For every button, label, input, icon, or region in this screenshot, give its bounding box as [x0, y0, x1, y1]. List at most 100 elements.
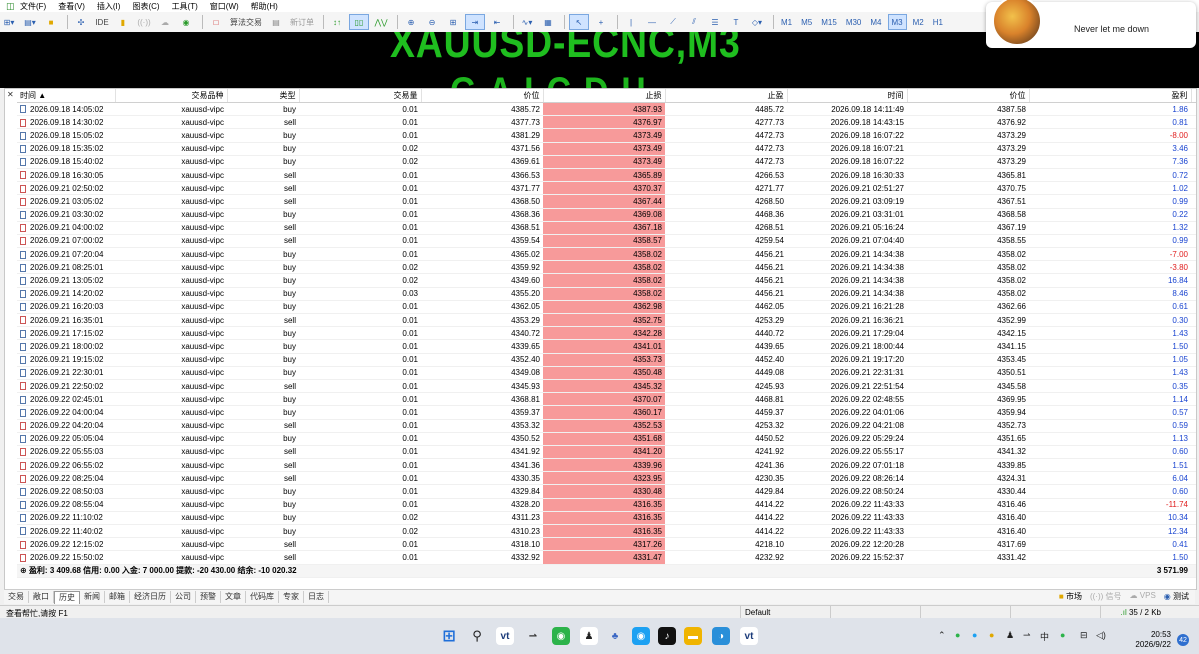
table-row[interactable]: 2026.09.22 05:55:03 xauusd-vipc sell 0.01 43…	[17, 445, 1196, 460]
table-row[interactable]: 2026.09.21 22:30:01 xauusd-vipc buy 0.01 434…	[17, 366, 1196, 380]
ide-button[interactable]: IDE	[93, 15, 111, 29]
table-row[interactable]: 2026.09.21 04:00:02 xauusd-vipc sell 0.01 43…	[17, 221, 1196, 235]
menu-file[interactable]: 文件(F)	[20, 1, 46, 12]
header-type[interactable]: 类型	[227, 89, 300, 103]
bar-chart-icon[interactable]: ↕↑	[328, 15, 346, 29]
table-row[interactable]: 2026.09.22 11:40:02 xauusd-vipc buy 0.02 431…	[17, 524, 1196, 539]
app-qq-icon[interactable]: ♟	[580, 627, 598, 645]
zoom-in-icon[interactable]: ⊕	[402, 15, 420, 29]
table-row[interactable]: 2026.09.18 15:35:02 xauusd-vipc buy 0.02 437…	[17, 142, 1196, 156]
line-chart-icon[interactable]: ⋀⋁	[372, 15, 390, 29]
vertical-line-icon[interactable]: |	[622, 15, 640, 29]
table-row[interactable]: 2026.09.22 08:50:03 xauusd-vipc buy 0.01 432…	[17, 484, 1196, 499]
menu-view[interactable]: 查看(V)	[58, 1, 85, 12]
crosshair-icon[interactable]: +	[592, 15, 610, 29]
header-close-time[interactable]: 时间	[787, 89, 908, 103]
vps-link[interactable]: ☁ VPS	[1130, 591, 1156, 602]
table-row[interactable]: 2026.09.18 16:30:05 xauusd-vipc sell 0.01 43…	[17, 168, 1196, 183]
windows-start-icon[interactable]: ⊞	[440, 627, 458, 645]
table-row[interactable]: 2026.09.21 18:00:02 xauusd-vipc buy 0.01 433…	[17, 339, 1196, 354]
zoom-out-icon[interactable]: ⊖	[423, 15, 441, 29]
tab-company[interactable]: 公司	[171, 591, 196, 603]
chart-shift-icon[interactable]: ⇤	[488, 15, 506, 29]
tab-mailbox[interactable]: 邮箱	[105, 591, 130, 603]
tab-articles[interactable]: 文章	[221, 591, 246, 603]
table-row[interactable]: 2026.09.22 15:50:02 xauusd-vipc sell 0.01 43…	[17, 550, 1196, 565]
table-row[interactable]: 2026.09.18 15:05:02 xauusd-vipc buy 0.01 438…	[17, 128, 1196, 143]
tab-codebase[interactable]: 代码库	[246, 591, 279, 603]
table-row[interactable]: 2026.09.22 04:20:04 xauusd-vipc sell 0.01 43…	[17, 419, 1196, 433]
table-row[interactable]: 2026.09.22 06:55:02 xauusd-vipc sell 0.01 43…	[17, 458, 1196, 473]
header-close-price[interactable]: 价位	[907, 89, 1030, 103]
volume-icon[interactable]: ◁)	[1096, 630, 1106, 641]
lock-icon[interactable]: ▮	[114, 15, 132, 29]
table-row[interactable]: 2026.09.22 08:25:04 xauusd-vipc sell 0.01 43…	[17, 471, 1196, 486]
table-row[interactable]: 2026.09.21 16:35:01 xauusd-vipc sell 0.01 43…	[17, 313, 1196, 328]
app-vt-active-icon[interactable]: vt	[740, 627, 758, 645]
horizontal-line-icon[interactable]: —	[643, 15, 661, 29]
table-row[interactable]: 2026.09.21 08:25:01 xauusd-vipc buy 0.02 435…	[17, 260, 1196, 275]
notification-toast[interactable]: Never let me down	[986, 0, 1196, 48]
ime-indicator[interactable]: 中	[1040, 630, 1049, 643]
candlestick-icon[interactable]: ▯▯	[349, 14, 369, 30]
tray-green-icon[interactable]: ●	[1060, 630, 1065, 640]
autoscroll-icon[interactable]: ⇥	[465, 14, 485, 30]
header-takeprofit[interactable]: 止盈	[665, 89, 788, 103]
table-row[interactable]: 2026.09.21 17:15:02 xauusd-vipc buy 0.01 434…	[17, 326, 1196, 341]
header-volume[interactable]: 交易量	[299, 89, 422, 103]
text-tool-icon[interactable]: T	[727, 15, 745, 29]
tray-expand-icon[interactable]: ⌃	[938, 630, 946, 641]
table-row[interactable]: 2026.09.22 02:45:01 xauusd-vipc buy 0.01 436…	[17, 392, 1196, 407]
timeframe-h1[interactable]: H1	[930, 15, 946, 29]
header-profit[interactable]: 盈利	[1029, 89, 1192, 103]
table-row[interactable]: 2026.09.21 13:05:02 xauusd-vipc buy 0.02 434…	[17, 273, 1196, 288]
tray-wechat-icon[interactable]: ●	[955, 630, 960, 640]
channel-icon[interactable]: ⫽	[685, 15, 703, 29]
header-symbol[interactable]: 交易品种	[115, 89, 228, 103]
shapes-icon[interactable]: ◇▾	[748, 15, 766, 29]
timeframe-m15[interactable]: M15	[818, 15, 840, 29]
tray-arrow-icon[interactable]: ⇀	[1023, 630, 1031, 641]
algo-trading-button[interactable]: 算法交易	[228, 15, 264, 29]
table-row[interactable]: 2026.09.18 14:05:02 xauusd-vipc buy 0.01 438…	[17, 102, 1196, 117]
table-row[interactable]: 2026.09.22 12:15:02 xauusd-vipc sell 0.01 43…	[17, 537, 1196, 552]
app-pin-icon[interactable]: ⇀	[524, 627, 542, 645]
tab-news[interactable]: 新闻	[80, 591, 105, 603]
table-row[interactable]: 2026.09.21 03:05:02 xauusd-vipc sell 0.01 43…	[17, 194, 1196, 209]
table-row[interactable]: 2026.09.22 11:10:02 xauusd-vipc buy 0.02 431…	[17, 511, 1196, 526]
table-row[interactable]: 2026.09.21 19:15:02 xauusd-vipc buy 0.01 435…	[17, 353, 1196, 367]
table-row[interactable]: 2026.09.21 07:20:04 xauusd-vipc buy 0.01 436…	[17, 247, 1196, 262]
header-open-time[interactable]: 时间 ▲	[17, 89, 116, 103]
tab-calendar[interactable]: 经济日历	[130, 591, 171, 603]
fibonacci-icon[interactable]: ☰	[706, 15, 724, 29]
tab-history[interactable]: 历史	[54, 590, 80, 604]
templates-icon[interactable]: ▦	[539, 15, 557, 29]
menu-window[interactable]: 窗口(W)	[210, 1, 239, 12]
tile-windows-icon[interactable]: ⊞	[444, 15, 462, 29]
app-wechat-icon[interactable]: ◉	[552, 627, 570, 645]
new-order-button[interactable]: 新订单	[288, 15, 316, 29]
timeframe-m30[interactable]: M30	[843, 15, 865, 29]
app-vt-icon[interactable]: vt	[496, 627, 514, 645]
market-link[interactable]: ■ 市场	[1059, 591, 1082, 602]
menu-tools[interactable]: 工具(T)	[172, 1, 198, 12]
tester-link[interactable]: ◉ 测试	[1164, 591, 1189, 602]
tab-exposure[interactable]: 敞口	[29, 591, 54, 603]
notification-badge[interactable]: 42	[1177, 634, 1189, 646]
table-row[interactable]: 2026.09.21 02:50:02 xauusd-vipc sell 0.01 43…	[17, 181, 1196, 196]
table-row[interactable]: 2026.09.21 22:50:02 xauusd-vipc sell 0.01 43…	[17, 379, 1196, 394]
timeframe-m2[interactable]: M2	[910, 15, 927, 29]
table-row[interactable]: 2026.09.18 14:30:02 xauusd-vipc sell 0.01 43…	[17, 115, 1196, 130]
header-stoploss[interactable]: 止损	[543, 89, 666, 103]
menu-chart[interactable]: 图表(C)	[132, 1, 159, 12]
header-open-price[interactable]: 价位	[421, 89, 544, 103]
table-row[interactable]: 2026.09.22 04:00:04 xauusd-vipc buy 0.01 435…	[17, 405, 1196, 420]
menu-insert[interactable]: 插入(I)	[97, 1, 121, 12]
app-people-icon[interactable]: ♣	[606, 627, 624, 645]
tray-app-icon[interactable]: ●	[972, 630, 977, 640]
table-row[interactable]: 2026.09.18 15:40:02 xauusd-vipc buy 0.02 436…	[17, 155, 1196, 169]
indicators-icon[interactable]: ∿▾	[518, 15, 536, 29]
timeframe-m5[interactable]: M5	[798, 15, 815, 29]
menu-help[interactable]: 帮助(H)	[251, 1, 278, 12]
timeframe-m3[interactable]: M3	[887, 14, 907, 30]
